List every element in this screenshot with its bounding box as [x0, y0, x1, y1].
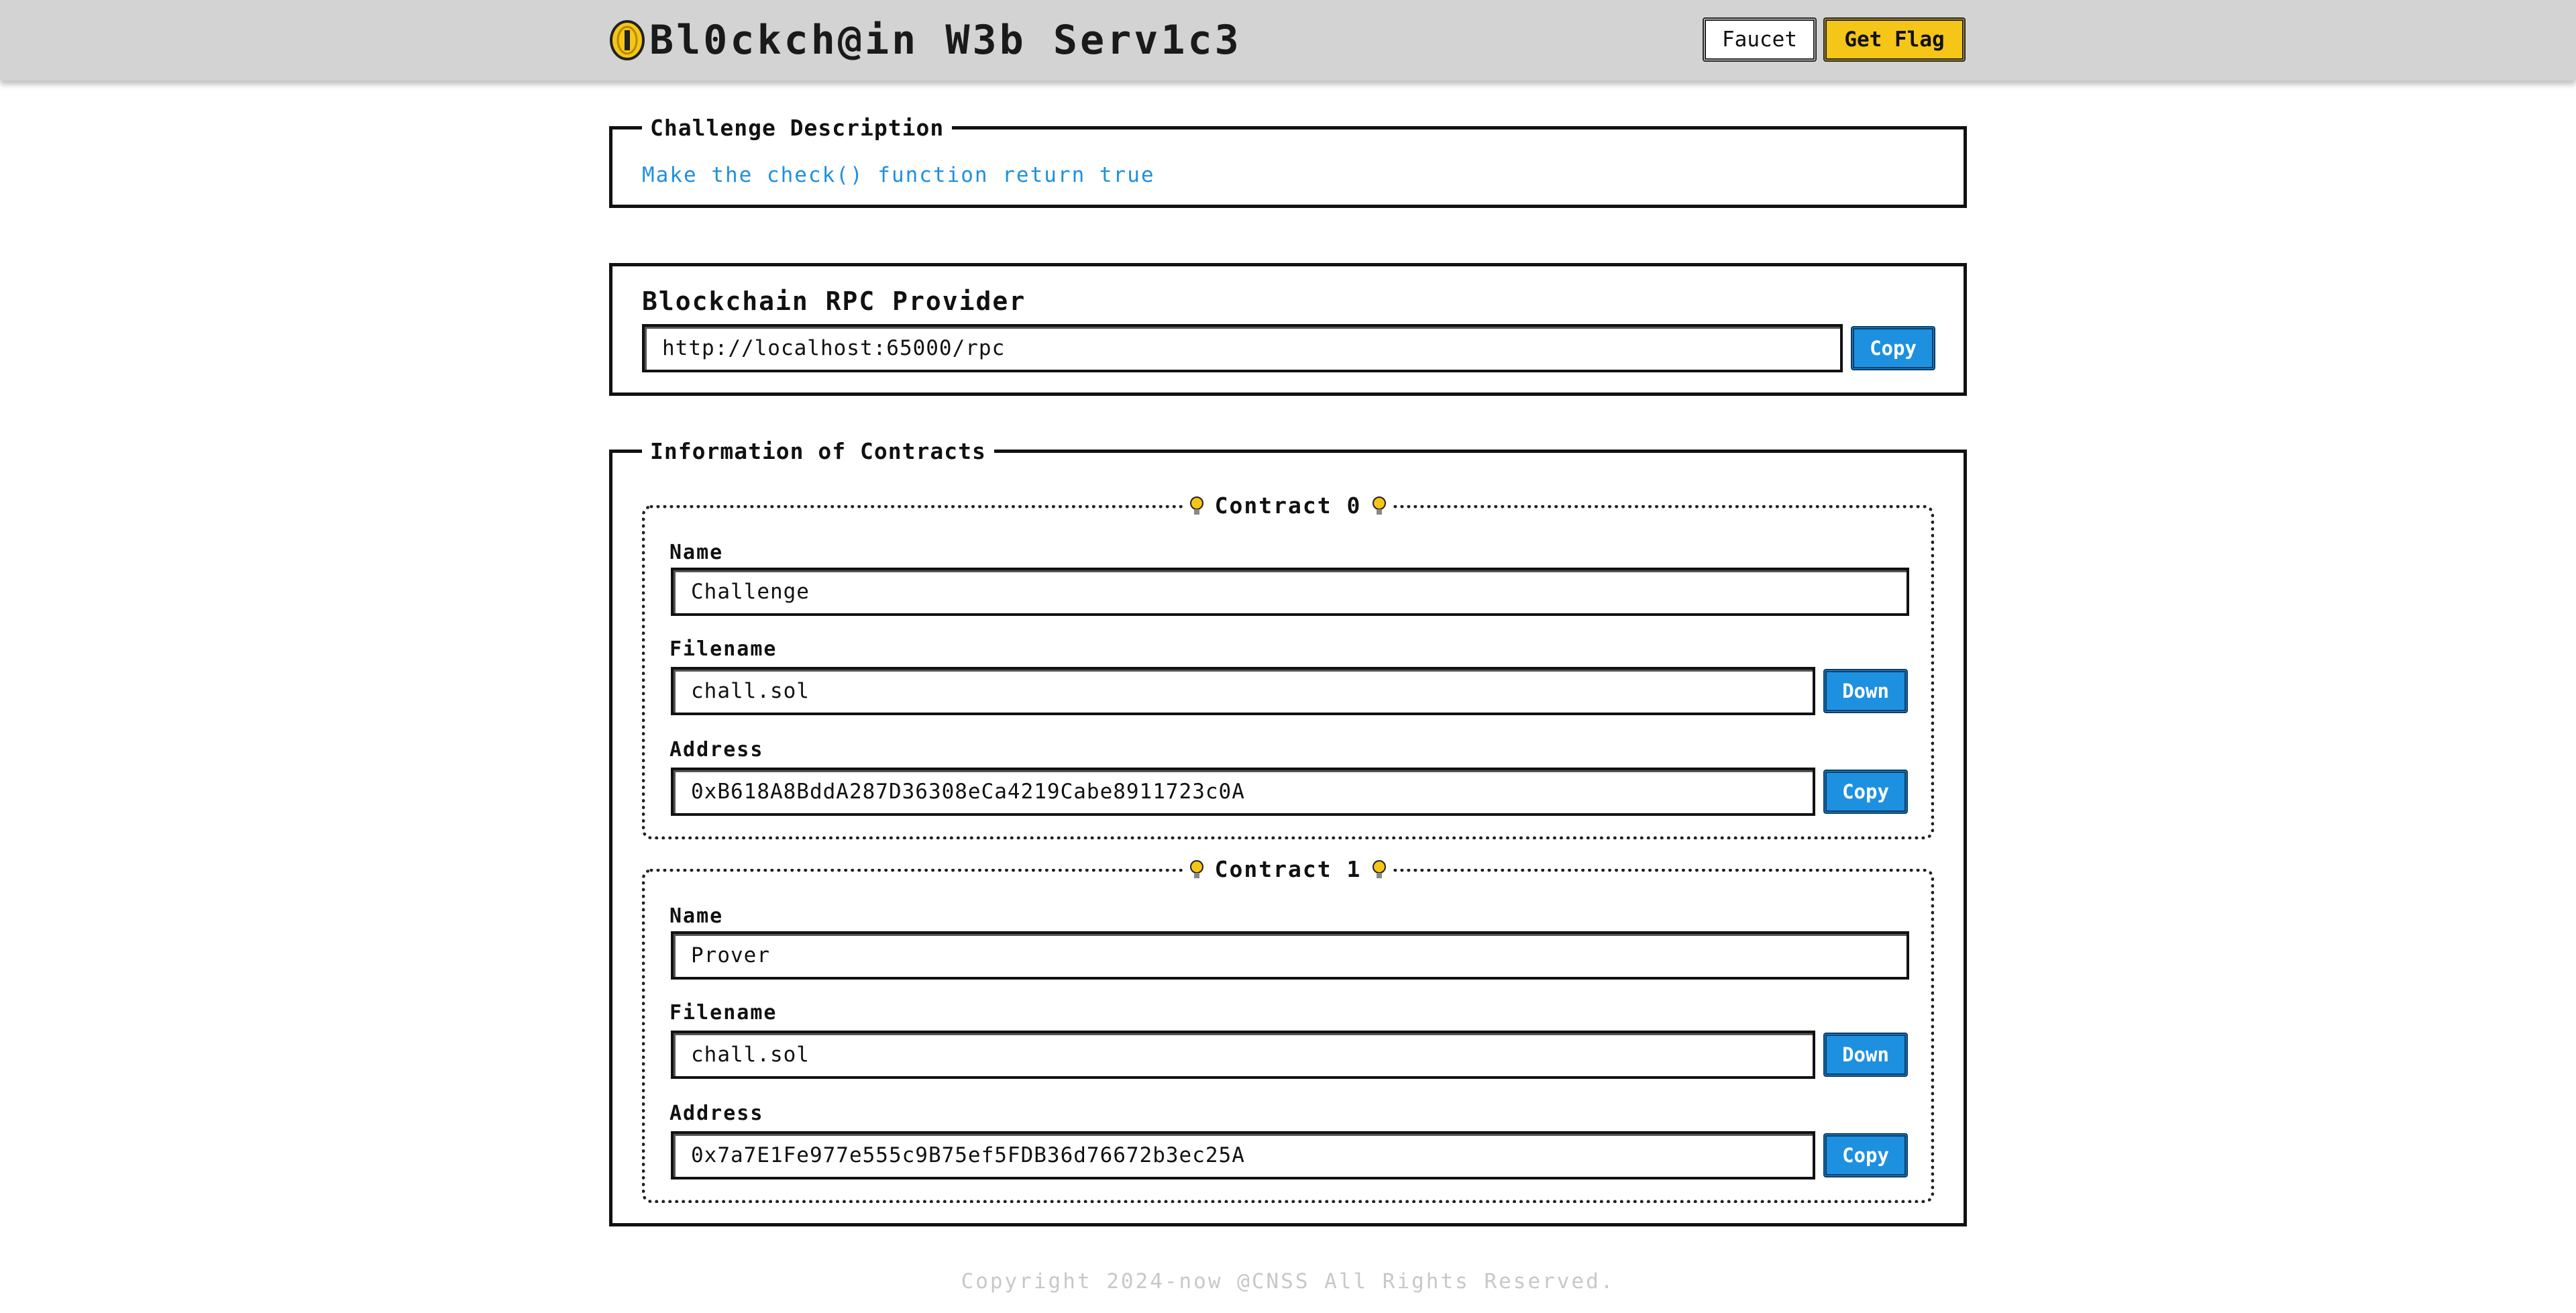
lightbulb-icon: [1373, 496, 1387, 515]
copy-address-button[interactable]: Copy: [1823, 1133, 1908, 1177]
footer-copyright: Copyright 2024-now @CNSS All Rights Rese…: [961, 1269, 1615, 1294]
contract-address-field[interactable]: 0xB618A8BddA287D36308eCa4219Cabe8911723c…: [671, 768, 1815, 816]
challenge-description-panel: Challenge Description Make the check() f…: [609, 115, 1967, 208]
filename-label: Filename: [669, 1001, 777, 1025]
challenge-description-text: Make the check() function return true: [642, 163, 1155, 187]
faucet-button[interactable]: Faucet: [1703, 17, 1817, 62]
brand: Bl0ckch@in W3b Serv1c3: [609, 12, 1242, 68]
rpc-url-field[interactable]: http://localhost:65000/rpc: [642, 324, 1843, 372]
challenge-description-legend: Challenge Description: [642, 115, 953, 141]
name-label: Name: [669, 904, 724, 928]
contract-filename-field[interactable]: chall.sol: [671, 1031, 1815, 1079]
download-button[interactable]: Down: [1823, 1033, 1908, 1077]
contract-filename-field[interactable]: chall.sol: [671, 667, 1815, 715]
get-flag-button[interactable]: Get Flag: [1823, 17, 1966, 62]
contract-name-field[interactable]: Prover: [671, 931, 1909, 980]
copy-address-button[interactable]: Copy: [1823, 770, 1908, 814]
top-bar: Bl0ckch@in W3b Serv1c3 Faucet Get Flag: [0, 0, 2576, 81]
contracts-legend: Information of Contracts: [642, 438, 994, 464]
contract-card: Contract 0 Name Challenge Filename chall…: [642, 492, 1934, 839]
address-label: Address: [669, 1102, 764, 1125]
contract-title: Contract 1: [1182, 856, 1394, 882]
contract-name-field[interactable]: Challenge: [671, 568, 1909, 616]
rpc-provider-title: Blockchain RPC Provider: [642, 286, 1026, 316]
filename-label: Filename: [669, 637, 777, 661]
contract-address-field[interactable]: 0x7a7E1Fe977e555c9B75ef5FDB36d76672b3ec2…: [671, 1131, 1815, 1179]
coin-icon: [610, 20, 645, 60]
app-title: Bl0ckch@in W3b Serv1c3: [649, 17, 1242, 64]
address-label: Address: [669, 738, 764, 761]
rpc-provider-panel: Blockchain RPC Provider http://localhost…: [609, 263, 1967, 396]
contract-card: Contract 1 Name Prover Filename chall.so…: [642, 856, 1934, 1203]
copy-rpc-button[interactable]: Copy: [1851, 326, 1935, 370]
name-label: Name: [669, 541, 724, 564]
download-button[interactable]: Down: [1823, 669, 1908, 713]
lightbulb-icon: [1189, 496, 1203, 515]
lightbulb-icon: [1189, 859, 1203, 878]
lightbulb-icon: [1373, 859, 1387, 878]
contracts-panel: Information of Contracts Contract 0 Name…: [609, 438, 1967, 1226]
contract-title: Contract 0: [1182, 492, 1394, 519]
